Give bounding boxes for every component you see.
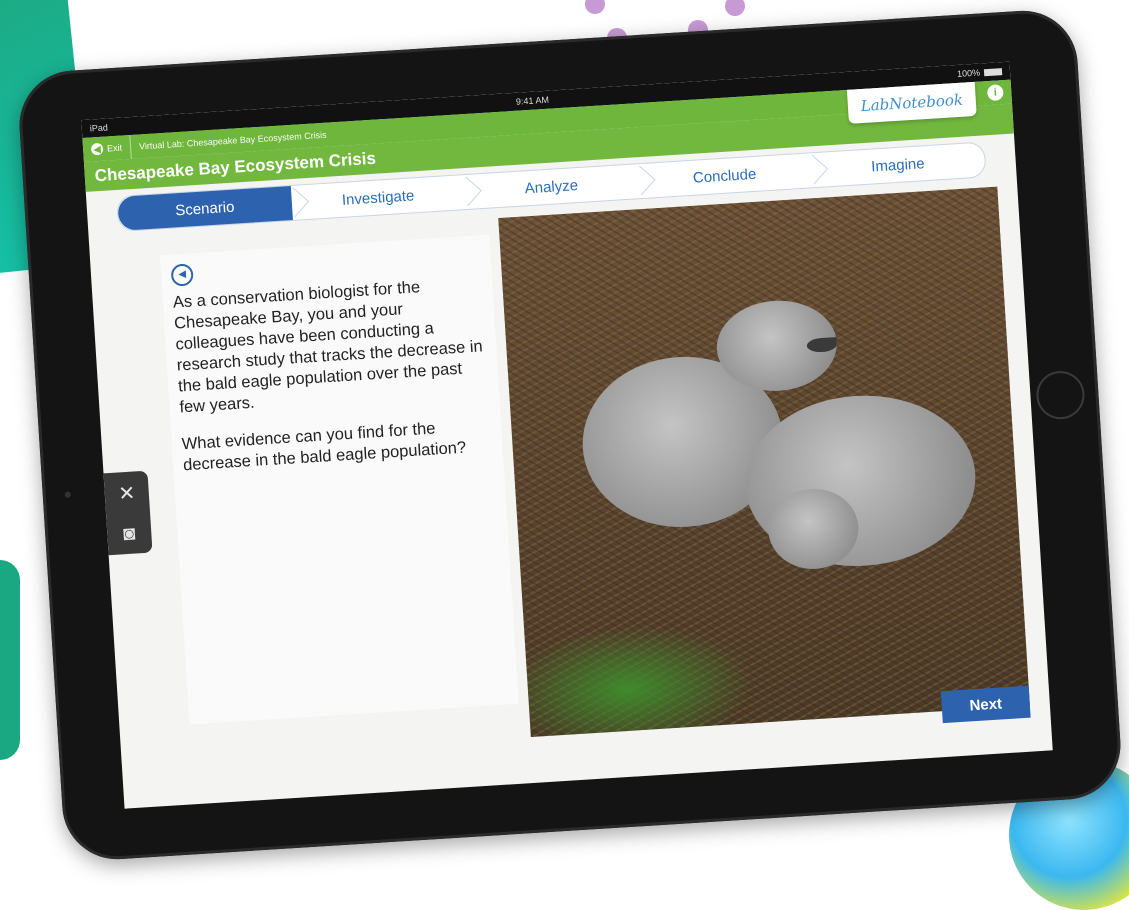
speaker-icon[interactable]: ◀	[170, 263, 194, 287]
decorative-dot	[585, 0, 605, 14]
carrier-label: iPad	[89, 122, 109, 134]
tool-palette: ✕ ◙	[103, 470, 153, 556]
eagle-chicks-photo	[498, 186, 1030, 738]
tablet-device: iPad 9:41 AM 100% ◀ Exit Virtual Lab: Ch…	[16, 7, 1124, 863]
main-content: ✕ ◙ ◀ As a conservation biologist for th…	[88, 175, 1051, 792]
next-button[interactable]: Next	[940, 685, 1031, 724]
battery-icon	[983, 68, 1003, 77]
tools-icon[interactable]: ✕	[118, 480, 136, 506]
battery-percent: 100%	[956, 67, 981, 79]
info-icon[interactable]: i	[986, 84, 1004, 102]
exit-button[interactable]: ◀ Exit	[82, 135, 132, 162]
home-button[interactable]	[1035, 369, 1086, 421]
tablet-camera	[64, 491, 71, 498]
scenario-paragraph: As a conservation biologist for the Ches…	[172, 278, 484, 417]
background-teal-strip	[0, 560, 20, 760]
scenario-question: What evidence can you find for the decre…	[181, 419, 467, 475]
camera-icon[interactable]: ◙	[123, 522, 137, 546]
status-time: 9:41 AM	[515, 94, 550, 107]
battery-indicator: 100%	[957, 66, 1003, 79]
back-arrow-icon: ◀	[90, 142, 104, 156]
scenario-text-panel: ◀ As a conservation biologist for the Ch…	[159, 234, 519, 725]
exit-label: Exit	[106, 142, 123, 154]
decorative-dot	[725, 0, 745, 16]
tablet-screen: iPad 9:41 AM 100% ◀ Exit Virtual Lab: Ch…	[81, 61, 1053, 809]
